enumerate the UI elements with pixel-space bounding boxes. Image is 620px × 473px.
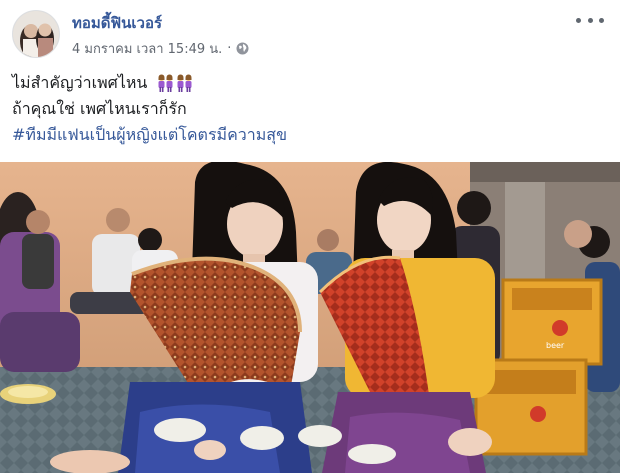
- hashtag-link[interactable]: #ทีมมีแฟนเป็นผู้หญิงแต่โคตรมีความสุข: [12, 122, 608, 148]
- facebook-post: ทอมดี้ฟินเวอร์ 4 มกราคม เวลา 15:49 น. · …: [0, 0, 620, 473]
- post-timestamp[interactable]: 4 มกราคม เวลา 15:49 น.: [72, 38, 222, 59]
- post-text: ไม่สำคัญว่าเพศไหน ถ้าคุณใช่ เพศไหนเราก็ร…: [12, 70, 608, 148]
- globe-icon[interactable]: [236, 42, 249, 55]
- avatar-image: [13, 11, 59, 57]
- author-name[interactable]: ทอมดี้ฟินเวอร์: [72, 11, 162, 35]
- photo-scene: beer: [0, 162, 620, 473]
- post-header: ทอมดี้ฟินเวอร์ 4 มกราคม เวลา 15:49 น. ·: [12, 8, 608, 60]
- couple-women-icon: [157, 74, 193, 92]
- post-line-1-text: ไม่สำคัญว่าเพศไหน: [12, 73, 148, 92]
- author-avatar[interactable]: [12, 10, 60, 58]
- post-line-2: ถ้าคุณใช่ เพศไหนเราก็รัก: [12, 99, 187, 118]
- crate-label: beer: [546, 341, 565, 350]
- post-line-1: ไม่สำคัญว่าเพศไหน: [12, 70, 608, 96]
- post-meta: 4 มกราคม เวลา 15:49 น. ·: [72, 38, 249, 59]
- meta-separator: ·: [227, 41, 232, 56]
- more-options-icon[interactable]: [576, 10, 604, 30]
- post-photo[interactable]: beer: [0, 162, 620, 473]
